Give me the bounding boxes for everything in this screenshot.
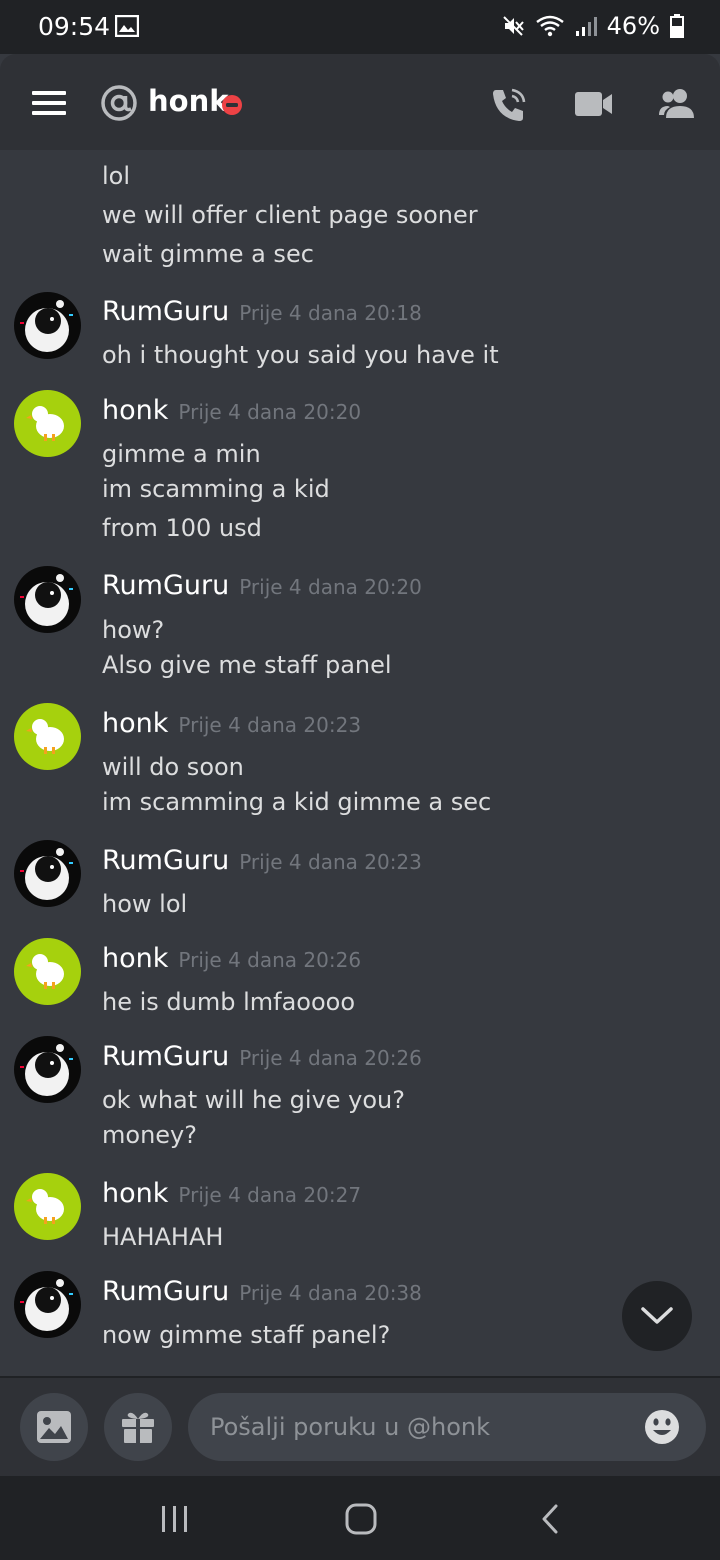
- goose-avatar-icon: [26, 954, 64, 989]
- message-timestamp: Prije 4 dana 20:20: [178, 400, 362, 424]
- message-line: now gimme staff panel?: [102, 1321, 391, 1349]
- message-line: wait gimme a sec: [102, 240, 314, 268]
- message-author[interactable]: RumGuru Prije 4 dana 20:20: [102, 570, 422, 601]
- gallery-notification-icon: [115, 15, 139, 37]
- message-line: oh i thought you said you have it: [102, 341, 499, 369]
- message-timestamp: Prije 4 dana 20:23: [239, 850, 422, 874]
- user-avatar[interactable]: [14, 840, 81, 907]
- astronaut-avatar-icon: [20, 1044, 73, 1096]
- wifi-icon: [535, 15, 564, 37]
- status-bar: 09:54 46%: [0, 0, 720, 54]
- user-avatar[interactable]: [14, 566, 81, 633]
- message-author[interactable]: RumGuru Prije 4 dana 20:26: [102, 1041, 422, 1072]
- status-icons: 46%: [501, 12, 684, 40]
- message-timestamp: Prije 4 dana 20:38: [239, 1281, 422, 1305]
- battery-percent: 46%: [606, 12, 660, 40]
- message-timestamp: Prije 4 dana 20:26: [178, 948, 362, 972]
- message-author[interactable]: honk Prije 4 dana 20:23: [102, 708, 361, 739]
- message-author[interactable]: honk Prije 4 dana 20:20: [102, 395, 361, 426]
- dm-username: honk: [148, 84, 229, 118]
- astronaut-avatar-icon: [20, 848, 73, 900]
- gift-icon: [122, 1412, 154, 1443]
- channel-header: honk: [0, 54, 720, 150]
- goose-avatar-icon: [26, 719, 64, 754]
- message-input[interactable]: [188, 1393, 706, 1461]
- message-author[interactable]: honk Prije 4 dana 20:26: [102, 943, 361, 974]
- message-author[interactable]: honk Prije 4 dana 20:27: [102, 1178, 361, 1209]
- jump-to-present-button[interactable]: [622, 1281, 692, 1351]
- user-avatar[interactable]: [14, 1173, 81, 1240]
- message-line: he is dumb lmfaoooo: [102, 988, 356, 1016]
- user-avatar[interactable]: [14, 390, 81, 457]
- attach-image-button[interactable]: [20, 1393, 88, 1461]
- at-icon: [101, 85, 137, 121]
- message-line: Also give me staff panel: [102, 651, 392, 679]
- goose-avatar-icon: [26, 1189, 64, 1224]
- status-time: 09:54: [38, 12, 111, 41]
- composer-divider: [0, 1376, 720, 1378]
- user-avatar[interactable]: [14, 1271, 81, 1338]
- message-line: how lol: [102, 890, 188, 918]
- recent-apps-icon[interactable]: [160, 1504, 190, 1534]
- message-line: im scamming a kid: [102, 475, 330, 503]
- battery-icon: [670, 14, 684, 38]
- user-avatar[interactable]: [14, 292, 81, 359]
- partial-message-line: you can offer client page sooner: [102, 150, 491, 156]
- message-line: im scamming a kid gimme a sec: [102, 788, 492, 816]
- members-icon[interactable]: [658, 87, 696, 121]
- image-icon: [37, 1411, 71, 1443]
- astronaut-avatar-icon: [20, 1279, 73, 1331]
- video-call-icon[interactable]: [575, 90, 613, 118]
- message-line: from 100 usd: [102, 514, 262, 542]
- message-line: how?: [102, 616, 165, 644]
- message-timestamp: Prije 4 dana 20:26: [239, 1046, 422, 1070]
- goose-avatar-icon: [26, 406, 64, 441]
- message-author[interactable]: RumGuru Prije 4 dana 20:38: [102, 1276, 422, 1307]
- message-line: gimme a min: [102, 440, 261, 468]
- gift-button[interactable]: [104, 1393, 172, 1461]
- voice-call-icon[interactable]: [490, 86, 528, 124]
- message-author[interactable]: RumGuru Prije 4 dana 20:18: [102, 296, 422, 327]
- do-not-disturb-icon: [222, 95, 242, 115]
- android-navigation-bar: [0, 1476, 720, 1560]
- message-author[interactable]: RumGuru Prije 4 dana 20:23: [102, 845, 422, 876]
- message-timestamp: Prije 4 dana 20:18: [239, 301, 422, 325]
- user-avatar[interactable]: [14, 703, 81, 770]
- message-line: HAHAHAH: [102, 1223, 224, 1251]
- astronaut-avatar-icon: [20, 574, 73, 626]
- message-line: will do soon: [102, 753, 244, 781]
- message-timestamp: Prije 4 dana 20:27: [178, 1183, 362, 1207]
- hamburger-menu-icon[interactable]: [32, 90, 66, 116]
- home-icon[interactable]: [345, 1503, 377, 1535]
- chevron-down-icon: [641, 1307, 673, 1324]
- message-line: we will offer client page sooner: [102, 201, 478, 229]
- message-timestamp: Prije 4 dana 20:20: [239, 575, 422, 599]
- emoji-icon[interactable]: [644, 1409, 680, 1445]
- back-icon[interactable]: [540, 1504, 560, 1534]
- message-line: money?: [102, 1121, 197, 1149]
- user-avatar[interactable]: [14, 938, 81, 1005]
- signal-icon: [575, 17, 597, 36]
- message-timestamp: Prije 4 dana 20:23: [178, 713, 362, 737]
- message-line: ok what will he give you?: [102, 1086, 405, 1114]
- message-list[interactable]: you can offer client page sooner lol we …: [0, 150, 720, 1376]
- message-composer: [0, 1376, 720, 1476]
- mute-icon: [502, 16, 524, 36]
- astronaut-avatar-icon: [20, 300, 73, 352]
- message-line: lol: [102, 162, 131, 190]
- user-avatar[interactable]: [14, 1036, 81, 1103]
